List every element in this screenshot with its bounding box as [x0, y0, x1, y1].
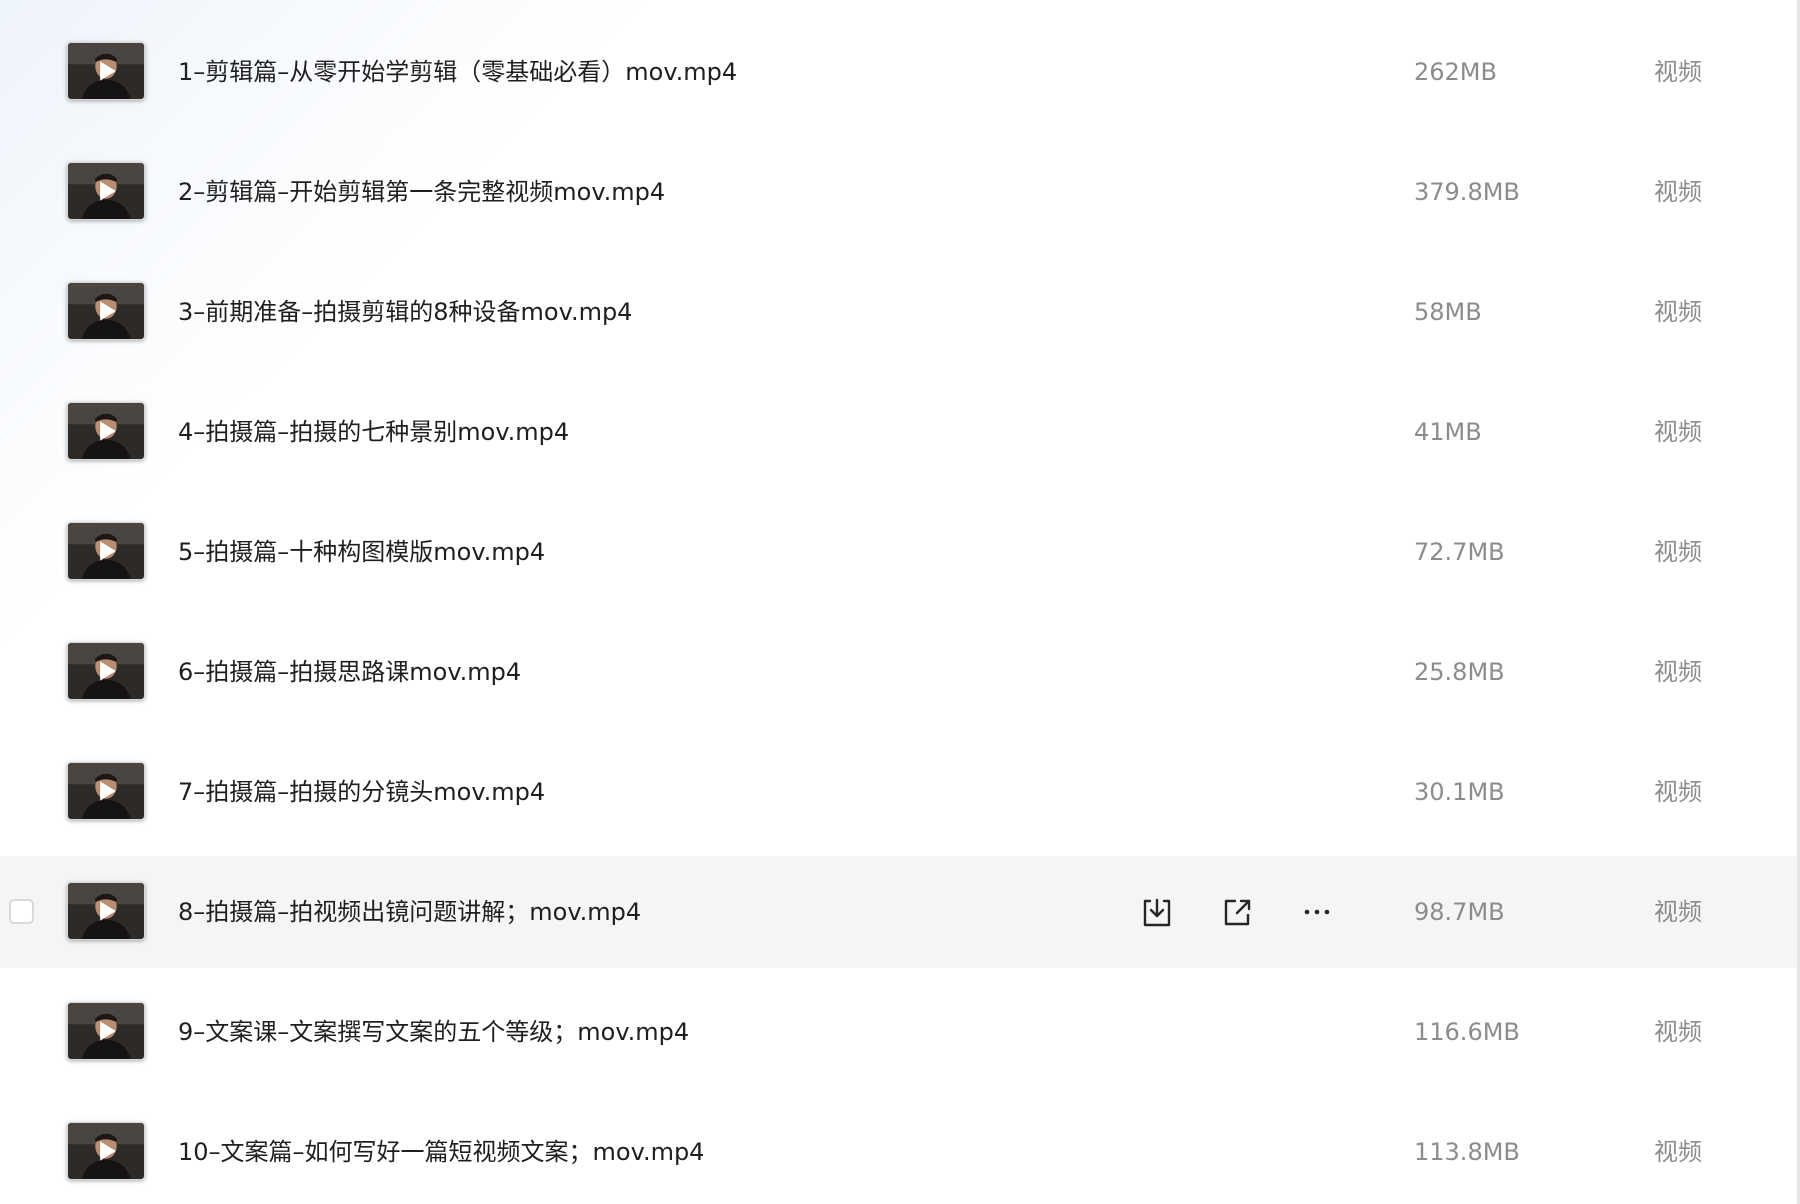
file-name[interactable]: 7–拍摄篇–拍摄的分镜头mov.mp4	[178, 772, 545, 812]
file-name[interactable]: 6–拍摄篇–拍摄思路课mov.mp4	[178, 652, 521, 692]
file-row[interactable]: 3–前期准备–拍摄剪辑的8种设备mov.mp4 58MB 视频	[0, 256, 1800, 368]
file-size: 58MB	[1414, 298, 1482, 326]
file-row[interactable]: 10–文案篇–如何写好一篇短视频文案；mov.mp4 113.8MB 视频	[0, 1096, 1800, 1204]
file-list: 1–剪辑篇–从零开始学剪辑（零基础必看）mov.mp4 262MB 视频 2–剪辑篇–…	[0, 0, 1800, 1204]
video-thumbnail[interactable]	[67, 642, 145, 700]
file-row[interactable]: 6–拍摄篇–拍摄思路课mov.mp4 25.8MB 视频	[0, 616, 1800, 728]
file-name[interactable]: 5–拍摄篇–十种构图模版mov.mp4	[178, 532, 545, 572]
file-size: 116.6MB	[1414, 1018, 1520, 1046]
file-row[interactable]: 8–拍摄篇–拍视频出镜问题讲解；mov.mp4 98.7MB 视频	[0, 856, 1800, 968]
file-row[interactable]: 2–剪辑篇–开始剪辑第一条完整视频mov.mp4 379.8MB 视频	[0, 136, 1800, 248]
file-type: 视频	[1654, 58, 1702, 86]
file-name[interactable]: 2–剪辑篇–开始剪辑第一条完整视频mov.mp4	[178, 172, 665, 212]
file-size: 72.7MB	[1414, 538, 1505, 566]
file-type: 视频	[1654, 178, 1702, 206]
video-thumbnail[interactable]	[67, 762, 145, 820]
download-icon[interactable]	[1137, 892, 1177, 932]
file-size: 41MB	[1414, 418, 1482, 446]
file-row[interactable]: 5–拍摄篇–十种构图模版mov.mp4 72.7MB 视频	[0, 496, 1800, 608]
video-thumbnail[interactable]	[67, 162, 145, 220]
file-row[interactable]: 9–文案课–文案撰写文案的五个等级；mov.mp4 116.6MB 视频	[0, 976, 1800, 1088]
video-thumbnail[interactable]	[67, 1002, 145, 1060]
file-type: 视频	[1654, 658, 1702, 686]
video-thumbnail[interactable]	[67, 42, 145, 100]
more-icon[interactable]	[1297, 892, 1337, 932]
file-name[interactable]: 9–文案课–文案撰写文案的五个等级；mov.mp4	[178, 1012, 689, 1052]
file-name[interactable]: 3–前期准备–拍摄剪辑的8种设备mov.mp4	[178, 292, 632, 332]
file-row[interactable]: 4–拍摄篇–拍摄的七种景别mov.mp4 41MB 视频	[0, 376, 1800, 488]
file-name[interactable]: 1–剪辑篇–从零开始学剪辑（零基础必看）mov.mp4	[178, 52, 737, 92]
file-name[interactable]: 10–文案篇–如何写好一篇短视频文案；mov.mp4	[178, 1132, 704, 1172]
file-size: 113.8MB	[1414, 1138, 1520, 1166]
select-checkbox[interactable]	[9, 899, 34, 924]
video-thumbnail[interactable]	[67, 522, 145, 580]
file-size: 25.8MB	[1414, 658, 1505, 686]
file-type: 视频	[1654, 778, 1702, 806]
share-icon[interactable]	[1217, 892, 1257, 932]
file-type: 视频	[1654, 538, 1702, 566]
file-size: 262MB	[1414, 58, 1497, 86]
video-thumbnail[interactable]	[67, 282, 145, 340]
video-thumbnail[interactable]	[67, 882, 145, 940]
file-row[interactable]: 7–拍摄篇–拍摄的分镜头mov.mp4 30.1MB 视频	[0, 736, 1800, 848]
file-type: 视频	[1654, 898, 1702, 926]
file-row[interactable]: 1–剪辑篇–从零开始学剪辑（零基础必看）mov.mp4 262MB 视频	[0, 16, 1800, 128]
file-list-page: 1–剪辑篇–从零开始学剪辑（零基础必看）mov.mp4 262MB 视频 2–剪辑篇–…	[0, 0, 1800, 1204]
video-thumbnail[interactable]	[67, 1122, 145, 1180]
file-type: 视频	[1654, 1018, 1702, 1046]
file-type: 视频	[1654, 418, 1702, 446]
file-name[interactable]: 4–拍摄篇–拍摄的七种景别mov.mp4	[178, 412, 569, 452]
video-thumbnail[interactable]	[67, 402, 145, 460]
file-size: 30.1MB	[1414, 778, 1505, 806]
file-name[interactable]: 8–拍摄篇–拍视频出镜问题讲解；mov.mp4	[178, 892, 641, 932]
file-type: 视频	[1654, 298, 1702, 326]
file-type: 视频	[1654, 1138, 1702, 1166]
file-size: 379.8MB	[1414, 178, 1520, 206]
file-size: 98.7MB	[1414, 898, 1505, 926]
